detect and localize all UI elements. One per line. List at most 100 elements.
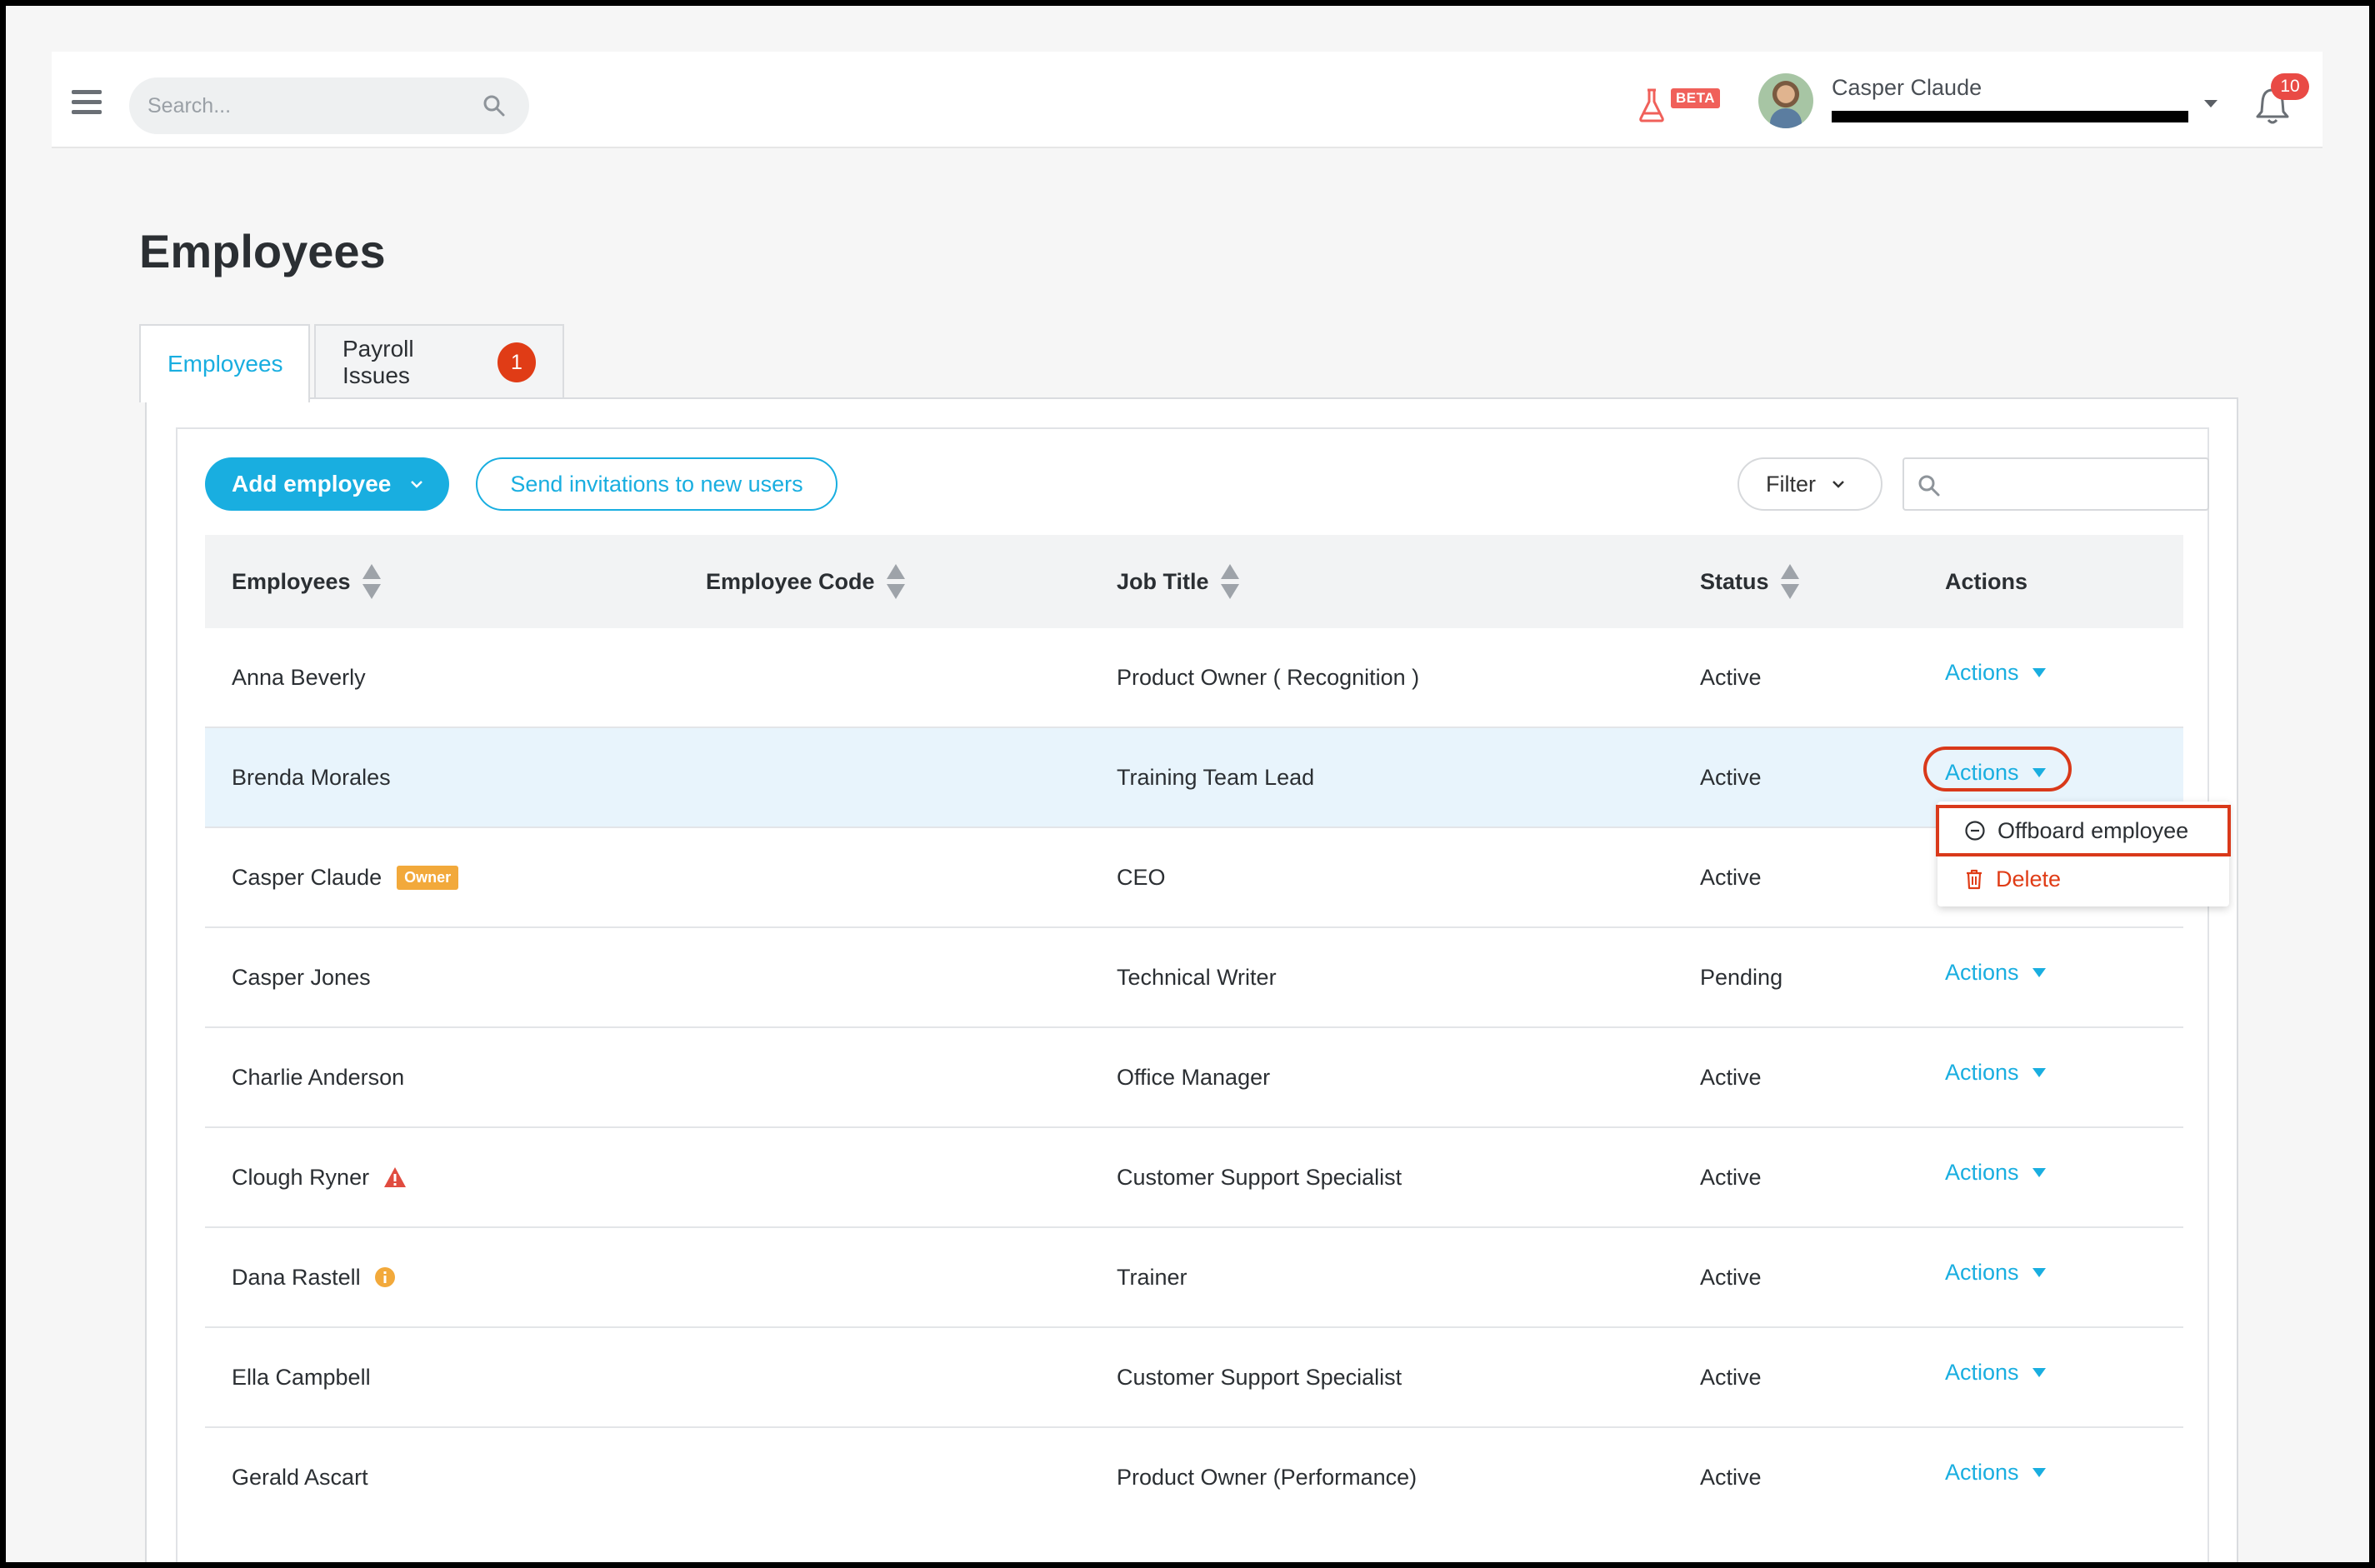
actions-dropdown[interactable]: Actions [1945,923,2046,1021]
header-label: Employees [232,568,351,594]
table-row[interactable]: Ella Campbell Customer Support Specialis… [205,1328,2183,1428]
column-header-employees[interactable]: Employees [232,535,381,628]
status: Active [1700,1464,1762,1490]
employees-card: Add employee Send invitations to new use… [176,427,2209,1562]
table-row[interactable]: Dana Rastell Trainer Active Actions [205,1228,2183,1328]
menu-item-label: Delete [1996,866,2062,891]
employee-name[interactable]: Clough Ryner [232,1165,369,1191]
table-row[interactable]: Charlie Anderson Office Manager Active A… [205,1028,2183,1128]
header-label: Employee Code [706,568,875,594]
notification-count-badge[interactable]: 10 [2271,73,2309,100]
status: Active [1700,664,1762,690]
send-invitations-button[interactable]: Send invitations to new users [476,457,838,511]
employee-name[interactable]: Casper Claude [232,865,382,891]
offboard-employee-menu-item[interactable]: Offboard employee [1936,805,2231,856]
actions-label: Actions [1945,1059,2019,1085]
job-title: Customer Support Specialist [1117,1364,1402,1390]
employee-name[interactable]: Ella Campbell [232,1328,371,1426]
tab-label: Employees [168,351,283,377]
user-avatar[interactable] [1758,73,1813,128]
actions-dropdown[interactable]: Actions [1945,1123,2046,1221]
menu-icon[interactable] [72,90,102,114]
highlight-annotation [1923,747,2072,791]
add-employee-label: Add employee [232,471,392,497]
employee-name-cell[interactable]: Casper Claude Owner [232,828,459,926]
employee-name-cell[interactable]: Dana Rastell [232,1228,396,1326]
tab-employees[interactable]: Employees [139,324,310,402]
employee-name[interactable]: Gerald Ascart [232,1428,368,1526]
delete-menu-item[interactable]: Delete [1938,855,2229,903]
column-header-job-title[interactable]: Job Title [1117,535,1239,628]
column-header-status[interactable]: Status [1700,535,1799,628]
sort-icon[interactable] [1220,564,1239,599]
table-row[interactable]: Clough Ryner Customer Support Specialist… [205,1128,2183,1228]
sort-icon[interactable] [362,564,381,599]
caret-down-icon [2032,967,2046,977]
actions-dropdown[interactable]: Actions [1945,1023,2046,1121]
user-name[interactable]: Casper Claude [1832,75,1982,101]
user-menu-caret-icon[interactable] [2204,100,2218,107]
filter-button[interactable]: Filter [1738,457,1882,511]
warning-icon[interactable] [382,1166,408,1189]
table-header: Employees Employee Code Job Title Status… [205,535,2183,628]
actions-label: Actions [1945,1359,2019,1385]
caret-down-icon [2032,667,2046,677]
app-frame: BETA Casper Claude 10 Employees Employee… [6,6,2369,1562]
actions-dropdown[interactable]: Actions [1945,1323,2046,1421]
actions-dropdown[interactable]: Actions [1945,1223,2046,1321]
actions-label: Actions [1945,959,2019,985]
status: Active [1700,864,1762,890]
employee-name[interactable]: Charlie Anderson [232,1028,404,1126]
trash-icon [1967,869,1982,890]
beta-features[interactable]: BETA [1638,83,1729,125]
header-label: Actions [1945,568,2028,594]
table-search-input[interactable] [1948,469,2198,502]
caret-down-icon [2032,1467,2046,1477]
global-search[interactable] [129,77,529,134]
status: Active [1700,764,1762,790]
info-icon[interactable] [374,1266,396,1288]
chevron-down-icon [411,481,423,488]
table-row[interactable]: Casper Claude Owner CEO Active [205,828,2183,928]
tab-label: Payroll Issues [342,336,414,388]
actions-menu: Offboard employee Delete [1936,801,2231,906]
search-icon[interactable] [482,94,506,117]
table-search[interactable] [1902,457,2209,511]
actions-dropdown[interactable]: Actions [1945,1423,2046,1521]
table-row[interactable]: Brenda Morales Training Team Lead Active… [205,728,2183,828]
employee-name[interactable]: Casper Jones [232,928,371,1026]
actions-label: Actions [1945,1259,2019,1285]
status: Active [1700,1164,1762,1190]
beta-badge: BETA [1671,88,1721,108]
job-title: Customer Support Specialist [1117,1164,1402,1190]
sort-icon[interactable] [886,564,905,599]
owner-badge: Owner [397,865,459,890]
job-title: Office Manager [1117,1064,1271,1090]
table-row[interactable]: Casper Jones Technical Writer Pending Ac… [205,928,2183,1028]
sort-icon[interactable] [1780,564,1799,599]
minus-circle-icon [1965,821,1985,841]
chevron-down-icon [1832,481,1844,488]
caret-down-icon [2032,1367,2046,1377]
table-row[interactable]: Gerald Ascart Product Owner (Performance… [205,1428,2183,1528]
actions-label: Actions [1945,1459,2019,1485]
status: Active [1700,1364,1762,1390]
employee-name[interactable]: Dana Rastell [232,1265,361,1291]
job-title: CEO [1117,864,1166,890]
job-title: Technical Writer [1117,964,1277,990]
menu-item-label: Offboard employee [1998,817,2189,843]
tab-payroll-issues[interactable]: Payroll Issues 1 [314,324,564,399]
employee-name-cell[interactable]: Clough Ryner [232,1128,408,1226]
employee-name[interactable]: Brenda Morales [232,728,391,826]
tab-panel: Add employee Send invitations to new use… [145,397,2238,1562]
column-header-actions: Actions [1945,535,2028,628]
actions-dropdown[interactable]: Actions [1945,623,2046,722]
actions-label: Actions [1945,1159,2019,1185]
table-row[interactable]: Anna Beverly Product Owner ( Recognition… [205,628,2183,728]
column-header-employee-code[interactable]: Employee Code [706,535,905,628]
global-search-input[interactable] [148,89,464,122]
header-label: Job Title [1117,568,1209,594]
employee-name[interactable]: Anna Beverly [232,628,366,727]
job-title: Product Owner (Performance) [1117,1464,1418,1490]
add-employee-button[interactable]: Add employee [205,457,449,511]
